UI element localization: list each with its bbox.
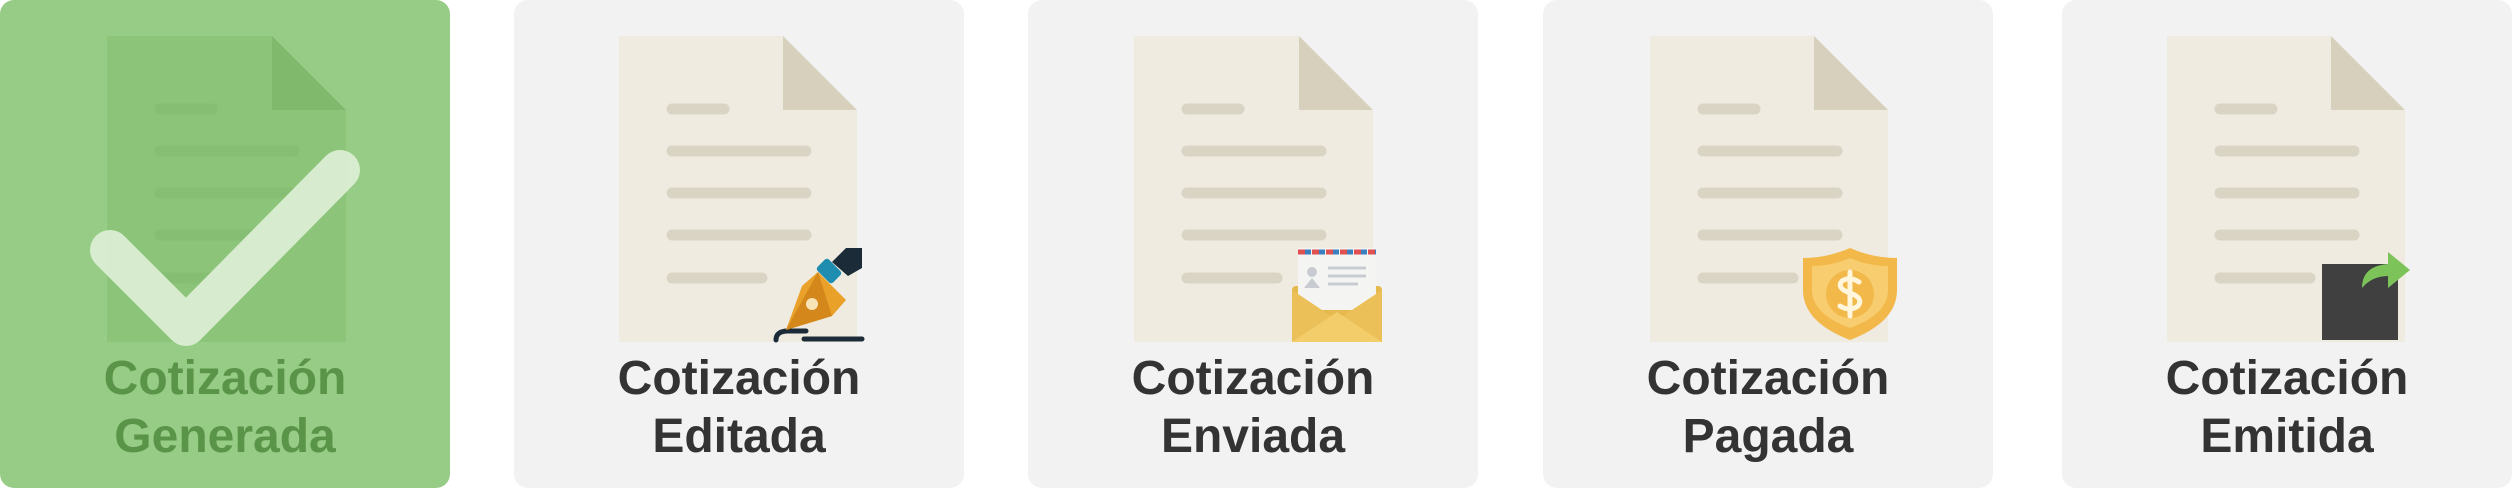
step-label-line2: Generada xyxy=(114,410,336,463)
step-card-generada[interactable]: Cotización Generada xyxy=(0,0,450,488)
step-card-editada[interactable]: Cotización Editada xyxy=(514,0,964,488)
step-label: Cotización Generada xyxy=(0,350,450,466)
step-label-line1: Cotización xyxy=(2165,352,2409,405)
step-label-line1: Cotización xyxy=(1131,352,1375,405)
step-label: Cotización Enviada xyxy=(1028,350,1478,466)
step-label: Cotización Editada xyxy=(514,350,964,466)
step-label-line2: Enviada xyxy=(1160,410,1346,463)
step-card-enviada[interactable]: Cotización Enviada xyxy=(1028,0,1478,488)
step-label: Cotización Emitida xyxy=(2062,350,2512,466)
step-label-line1: Cotización xyxy=(1646,352,1890,405)
step-card-emitida[interactable]: Cotización Emitida xyxy=(2062,0,2512,488)
step-label-line2: Pagada xyxy=(1682,410,1854,463)
step-label: Cotización Pagada xyxy=(1543,350,1993,466)
step-label-line2: Editada xyxy=(652,410,826,463)
step-label-line1: Cotización xyxy=(103,352,347,405)
step-card-pagada[interactable]: Cotización Pagada xyxy=(1543,0,1993,488)
step-label-line2: Emitida xyxy=(2200,410,2374,463)
step-label-line1: Cotización xyxy=(617,352,861,405)
